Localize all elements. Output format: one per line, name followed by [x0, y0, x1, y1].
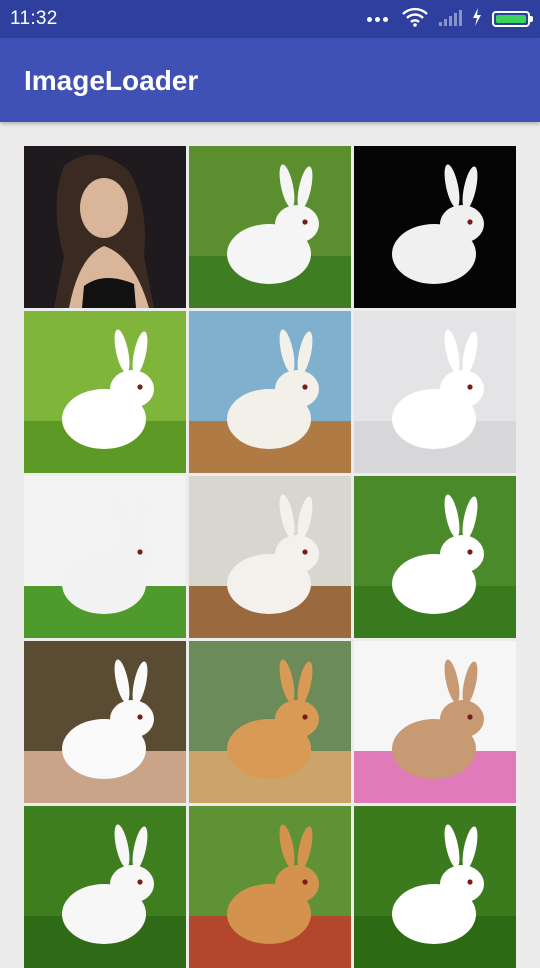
- image-content: [189, 806, 351, 968]
- image-rabbit-black-background[interactable]: [354, 146, 516, 308]
- image-content: [354, 146, 516, 308]
- image-content: [189, 641, 351, 803]
- status-time: 11:32: [10, 8, 58, 29]
- image-content: [189, 476, 351, 638]
- image-woman-portrait[interactable]: [24, 146, 186, 308]
- more-dots-icon: [367, 16, 388, 22]
- image-content: [354, 311, 516, 473]
- image-rabbit-grass[interactable]: [24, 311, 186, 473]
- image-rabbit-hand[interactable]: [24, 641, 186, 803]
- image-rabbits-white-pair[interactable]: [354, 806, 516, 968]
- image-rabbit-easter-basket[interactable]: [354, 641, 516, 803]
- image-content: [24, 806, 186, 968]
- battery-icon: [492, 11, 533, 27]
- image-content: [189, 311, 351, 473]
- image-content: [354, 641, 516, 803]
- wifi-icon: [402, 7, 428, 32]
- image-content: [354, 806, 516, 968]
- image-rabbit-grey-background[interactable]: [354, 311, 516, 473]
- image-content: [24, 311, 186, 473]
- image-lop-rabbit-flowers[interactable]: [189, 641, 351, 803]
- image-grid: [24, 146, 516, 968]
- image-rabbit-carrot[interactable]: [189, 146, 351, 308]
- image-rabbit-blue-wood-eggs[interactable]: [189, 311, 351, 473]
- image-content: [24, 641, 186, 803]
- app-bar: ImageLoader: [0, 38, 540, 122]
- image-content: [24, 146, 186, 308]
- image-rabbit-flowerpot[interactable]: [189, 806, 351, 968]
- image-content: [354, 476, 516, 638]
- image-content: [24, 476, 186, 638]
- signal-icon: [438, 8, 462, 31]
- app-title: ImageLoader: [24, 65, 199, 96]
- charging-icon: [472, 7, 482, 31]
- image-content: [189, 146, 351, 308]
- image-rabbit-green-field[interactable]: [354, 476, 516, 638]
- status-bar: 11:32: [0, 0, 540, 38]
- image-rabbit-lettuce[interactable]: [24, 476, 186, 638]
- image-rabbit-basket[interactable]: [189, 476, 351, 638]
- image-rabbits-grass-pair[interactable]: [24, 806, 186, 968]
- status-icons: [367, 7, 533, 32]
